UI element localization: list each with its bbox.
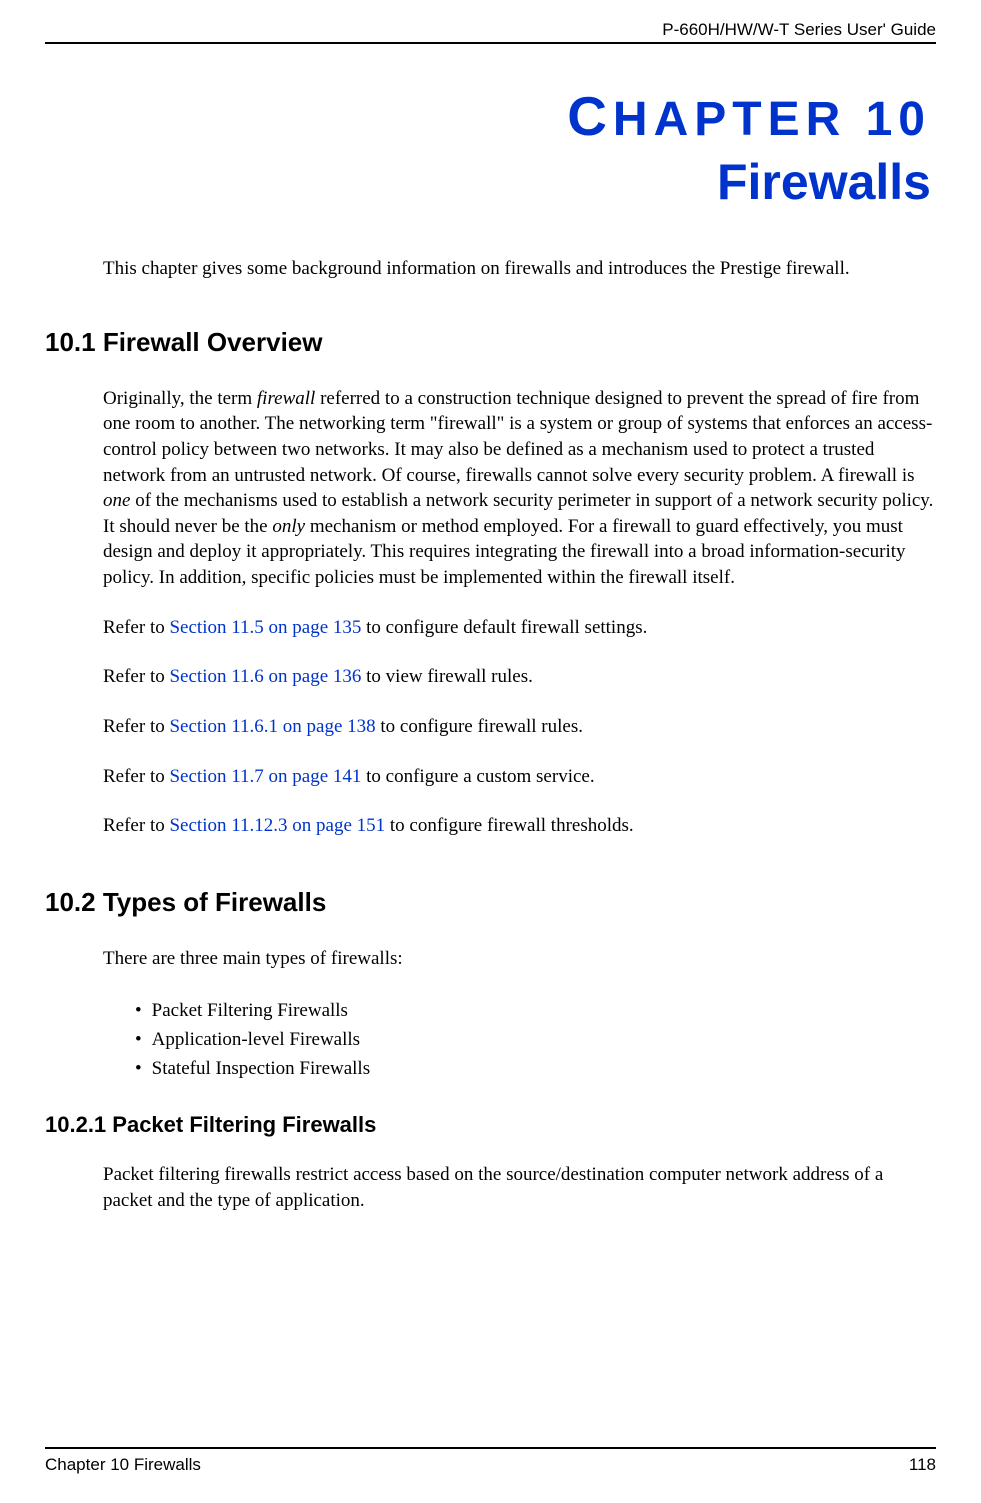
section-10-2-1-para: Packet filtering firewalls restrict acce… (103, 1162, 936, 1213)
page-footer: Chapter 10 Firewalls 118 (45, 1447, 936, 1475)
section-10-2-intro: There are three main types of firewalls: (103, 946, 936, 972)
section-10-2-heading: 10.2 Types of Firewalls (45, 887, 936, 918)
italic-text: one (103, 490, 130, 511)
list-item: Application-level Firewalls (135, 1025, 936, 1054)
refer-prefix: Refer to (103, 666, 169, 687)
italic-text: only (272, 516, 305, 537)
section-10-1-para1: Originally, the term firewall referred t… (103, 386, 936, 591)
list-item: Stateful Inspection Firewalls (135, 1054, 936, 1083)
refer-tail: to configure a custom service. (361, 766, 594, 787)
refer-prefix: Refer to (103, 815, 169, 836)
firewall-types-list: Packet Filtering Firewalls Application-l… (135, 996, 936, 1084)
chapter-number: 10 (846, 93, 931, 146)
section-10-2-1-heading: 10.2.1 Packet Filtering Firewalls (45, 1112, 936, 1138)
cross-reference-link[interactable]: Section 11.5 on page 135 (169, 617, 361, 638)
list-item: Packet Filtering Firewalls (135, 996, 936, 1025)
chapter-label: CHAPTER 10 (45, 84, 931, 148)
refer-prefix: Refer to (103, 617, 169, 638)
cross-reference-link[interactable]: Section 11.7 on page 141 (169, 766, 361, 787)
section-10-1-heading: 10.1 Firewall Overview (45, 327, 936, 358)
cross-reference-link[interactable]: Section 11.12.3 on page 151 (169, 815, 385, 836)
refer-line-3: Refer to Section 11.6.1 on page 138 to c… (103, 714, 936, 740)
refer-prefix: Refer to (103, 766, 169, 787)
chapter-label-rest: HAPTER (613, 93, 846, 146)
refer-tail: to configure firewall thresholds. (385, 815, 634, 836)
cross-reference-link[interactable]: Section 11.6 on page 136 (169, 666, 361, 687)
refer-tail: to configure firewall rules. (376, 716, 583, 737)
refer-line-5: Refer to Section 11.12.3 on page 151 to … (103, 813, 936, 839)
chapter-intro: This chapter gives some background infor… (103, 256, 936, 282)
para-text: Originally, the term (103, 388, 257, 409)
page-header: P-660H/HW/W-T Series User' Guide (45, 20, 936, 44)
footer-chapter-label: Chapter 10 Firewalls (45, 1455, 201, 1475)
chapter-title: Firewalls (45, 153, 931, 211)
refer-line-4: Refer to Section 11.7 on page 141 to con… (103, 764, 936, 790)
footer-page-number: 118 (909, 1455, 936, 1475)
refer-line-2: Refer to Section 11.6 on page 136 to vie… (103, 664, 936, 690)
cross-reference-link[interactable]: Section 11.6.1 on page 138 (169, 716, 375, 737)
refer-line-1: Refer to Section 11.5 on page 135 to con… (103, 615, 936, 641)
italic-text: firewall (257, 388, 315, 409)
refer-tail: to view firewall rules. (361, 666, 532, 687)
refer-tail: to configure default firewall settings. (361, 617, 647, 638)
guide-title: P-660H/HW/W-T Series User' Guide (662, 20, 936, 39)
chapter-label-cap: C (567, 85, 613, 147)
refer-prefix: Refer to (103, 716, 169, 737)
